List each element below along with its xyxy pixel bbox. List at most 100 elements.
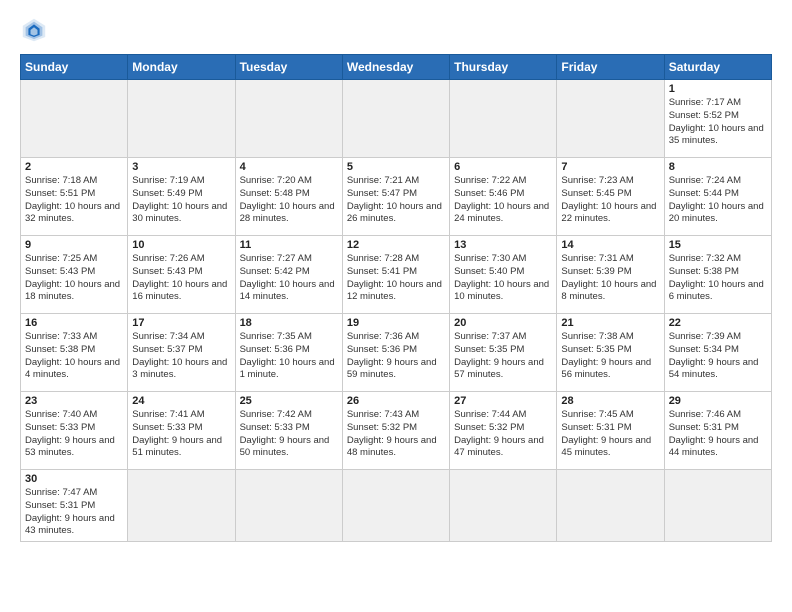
calendar-cell: 12 Sunrise: 7:28 AM Sunset: 5:41 PM Dayli… [342, 236, 449, 314]
calendar-cell: 5 Sunrise: 7:21 AM Sunset: 5:47 PM Daylig… [342, 158, 449, 236]
calendar-cell: 27 Sunrise: 7:44 AM Sunset: 5:32 PM Dayli… [450, 392, 557, 470]
day-number: 24 [132, 395, 230, 407]
day-info: Sunrise: 7:25 AM Sunset: 5:43 PM Dayligh… [25, 253, 123, 304]
calendar-cell: 29 Sunrise: 7:46 AM Sunset: 5:31 PM Dayli… [664, 392, 771, 470]
calendar-cell: 4 Sunrise: 7:20 AM Sunset: 5:48 PM Daylig… [235, 158, 342, 236]
day-info: Sunrise: 7:21 AM Sunset: 5:47 PM Dayligh… [347, 175, 445, 226]
calendar: SundayMondayTuesdayWednesdayThursdayFrid… [20, 54, 772, 542]
day-info: Sunrise: 7:17 AM Sunset: 5:52 PM Dayligh… [669, 97, 767, 148]
day-number: 28 [561, 395, 659, 407]
day-number: 1 [669, 83, 767, 95]
day-number: 26 [347, 395, 445, 407]
day-number: 18 [240, 317, 338, 329]
day-number: 29 [669, 395, 767, 407]
calendar-cell: 15Sunrise: 7:32 AM Sunset: 5:38 PM Dayli… [664, 236, 771, 314]
calendar-cell: 24Sunrise: 7:41 AM Sunset: 5:33 PM Dayli… [128, 392, 235, 470]
day-info: Sunrise: 7:28 AM Sunset: 5:41 PM Dayligh… [347, 253, 445, 304]
calendar-cell [450, 80, 557, 158]
calendar-row: 2 Sunrise: 7:18 AM Sunset: 5:51 PM Daylig… [21, 158, 772, 236]
day-info: Sunrise: 7:27 AM Sunset: 5:42 PM Dayligh… [240, 253, 338, 304]
day-info: Sunrise: 7:39 AM Sunset: 5:34 PM Dayligh… [669, 331, 767, 382]
calendar-cell: 8 Sunrise: 7:24 AM Sunset: 5:44 PM Daylig… [664, 158, 771, 236]
calendar-cell: 14 Sunrise: 7:31 AM Sunset: 5:39 PM Dayli… [557, 236, 664, 314]
day-number: 20 [454, 317, 552, 329]
day-info: Sunrise: 7:20 AM Sunset: 5:48 PM Dayligh… [240, 175, 338, 226]
day-number: 17 [132, 317, 230, 329]
day-number: 10 [132, 239, 230, 251]
day-info: Sunrise: 7:26 AM Sunset: 5:43 PM Dayligh… [132, 253, 230, 304]
day-number: 11 [240, 239, 338, 251]
calendar-cell: 21 Sunrise: 7:38 AM Sunset: 5:35 PM Dayli… [557, 314, 664, 392]
calendar-cell [557, 470, 664, 542]
day-number: 14 [561, 239, 659, 251]
day-number: 5 [347, 161, 445, 173]
calendar-cell [664, 470, 771, 542]
calendar-cell: 30 Sunrise: 7:47 AM Sunset: 5:31 PM Dayli… [21, 470, 128, 542]
calendar-cell [235, 80, 342, 158]
calendar-cell [557, 80, 664, 158]
weekday-header-tuesday: Tuesday [235, 55, 342, 80]
day-number: 6 [454, 161, 552, 173]
calendar-cell: 9Sunrise: 7:25 AM Sunset: 5:43 PM Daylig… [21, 236, 128, 314]
calendar-cell [128, 80, 235, 158]
day-info: Sunrise: 7:44 AM Sunset: 5:32 PM Dayligh… [454, 409, 552, 460]
calendar-cell [21, 80, 128, 158]
calendar-cell: 6Sunrise: 7:22 AM Sunset: 5:46 PM Daylig… [450, 158, 557, 236]
calendar-cell: 19Sunrise: 7:36 AM Sunset: 5:36 PM Dayli… [342, 314, 449, 392]
calendar-row: 23 Sunrise: 7:40 AM Sunset: 5:33 PM Dayli… [21, 392, 772, 470]
day-info: Sunrise: 7:38 AM Sunset: 5:35 PM Dayligh… [561, 331, 659, 382]
day-number: 12 [347, 239, 445, 251]
day-info: Sunrise: 7:23 AM Sunset: 5:45 PM Dayligh… [561, 175, 659, 226]
weekday-header-monday: Monday [128, 55, 235, 80]
calendar-cell: 23 Sunrise: 7:40 AM Sunset: 5:33 PM Dayli… [21, 392, 128, 470]
calendar-cell [342, 470, 449, 542]
day-number: 4 [240, 161, 338, 173]
weekday-header-thursday: Thursday [450, 55, 557, 80]
day-info: Sunrise: 7:40 AM Sunset: 5:33 PM Dayligh… [25, 409, 123, 460]
calendar-cell: 13Sunrise: 7:30 AM Sunset: 5:40 PM Dayli… [450, 236, 557, 314]
day-info: Sunrise: 7:34 AM Sunset: 5:37 PM Dayligh… [132, 331, 230, 382]
day-info: Sunrise: 7:43 AM Sunset: 5:32 PM Dayligh… [347, 409, 445, 460]
day-info: Sunrise: 7:30 AM Sunset: 5:40 PM Dayligh… [454, 253, 552, 304]
weekday-header-row: SundayMondayTuesdayWednesdayThursdayFrid… [21, 55, 772, 80]
day-number: 2 [25, 161, 123, 173]
day-info: Sunrise: 7:33 AM Sunset: 5:38 PM Dayligh… [25, 331, 123, 382]
calendar-cell: 17 Sunrise: 7:34 AM Sunset: 5:37 PM Dayli… [128, 314, 235, 392]
calendar-cell: 28 Sunrise: 7:45 AM Sunset: 5:31 PM Dayli… [557, 392, 664, 470]
calendar-row: 9Sunrise: 7:25 AM Sunset: 5:43 PM Daylig… [21, 236, 772, 314]
day-number: 22 [669, 317, 767, 329]
day-number: 16 [25, 317, 123, 329]
day-number: 21 [561, 317, 659, 329]
calendar-cell: 11 Sunrise: 7:27 AM Sunset: 5:42 PM Dayli… [235, 236, 342, 314]
day-info: Sunrise: 7:45 AM Sunset: 5:31 PM Dayligh… [561, 409, 659, 460]
calendar-cell [450, 470, 557, 542]
calendar-cell: 3Sunrise: 7:19 AM Sunset: 5:49 PM Daylig… [128, 158, 235, 236]
day-info: Sunrise: 7:37 AM Sunset: 5:35 PM Dayligh… [454, 331, 552, 382]
day-info: Sunrise: 7:18 AM Sunset: 5:51 PM Dayligh… [25, 175, 123, 226]
calendar-cell [342, 80, 449, 158]
day-number: 8 [669, 161, 767, 173]
calendar-cell: 20 Sunrise: 7:37 AM Sunset: 5:35 PM Dayli… [450, 314, 557, 392]
calendar-cell: 26 Sunrise: 7:43 AM Sunset: 5:32 PM Dayli… [342, 392, 449, 470]
day-number: 30 [25, 473, 123, 485]
day-number: 25 [240, 395, 338, 407]
day-info: Sunrise: 7:47 AM Sunset: 5:31 PM Dayligh… [25, 487, 123, 538]
calendar-cell: 16 Sunrise: 7:33 AM Sunset: 5:38 PM Dayli… [21, 314, 128, 392]
calendar-cell: 10 Sunrise: 7:26 AM Sunset: 5:43 PM Dayli… [128, 236, 235, 314]
day-number: 23 [25, 395, 123, 407]
header [20, 16, 772, 44]
weekday-header-sunday: Sunday [21, 55, 128, 80]
calendar-cell: 18Sunrise: 7:35 AM Sunset: 5:36 PM Dayli… [235, 314, 342, 392]
day-number: 27 [454, 395, 552, 407]
calendar-row: 1 Sunrise: 7:17 AM Sunset: 5:52 PM Daylig… [21, 80, 772, 158]
calendar-cell: 2 Sunrise: 7:18 AM Sunset: 5:51 PM Daylig… [21, 158, 128, 236]
day-info: Sunrise: 7:19 AM Sunset: 5:49 PM Dayligh… [132, 175, 230, 226]
day-info: Sunrise: 7:31 AM Sunset: 5:39 PM Dayligh… [561, 253, 659, 304]
calendar-cell: 22 Sunrise: 7:39 AM Sunset: 5:34 PM Dayli… [664, 314, 771, 392]
day-info: Sunrise: 7:46 AM Sunset: 5:31 PM Dayligh… [669, 409, 767, 460]
calendar-cell: 1 Sunrise: 7:17 AM Sunset: 5:52 PM Daylig… [664, 80, 771, 158]
calendar-row: 30 Sunrise: 7:47 AM Sunset: 5:31 PM Dayli… [21, 470, 772, 542]
day-info: Sunrise: 7:42 AM Sunset: 5:33 PM Dayligh… [240, 409, 338, 460]
weekday-header-saturday: Saturday [664, 55, 771, 80]
day-info: Sunrise: 7:24 AM Sunset: 5:44 PM Dayligh… [669, 175, 767, 226]
